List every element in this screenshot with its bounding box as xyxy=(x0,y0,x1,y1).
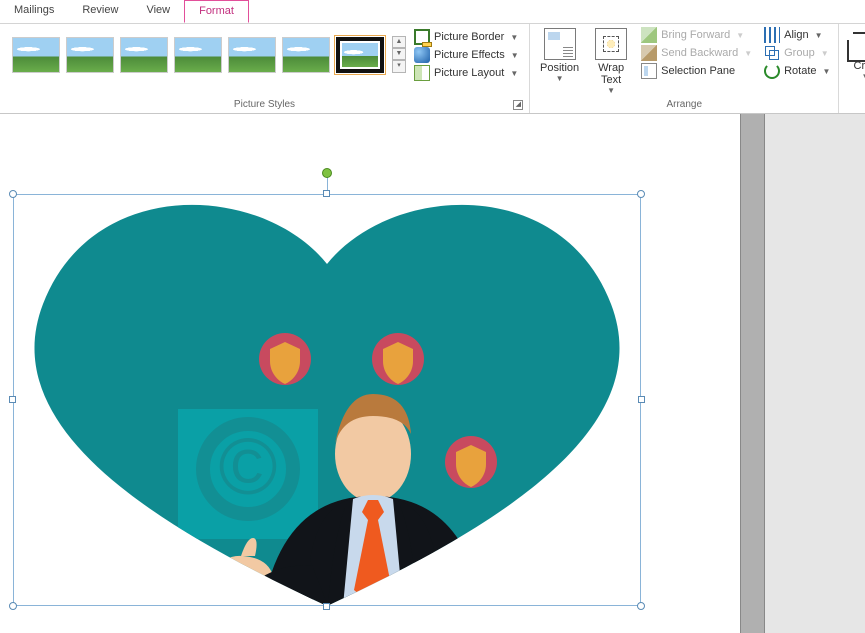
selection-pane-icon xyxy=(641,63,657,79)
picture-style-5[interactable] xyxy=(228,37,276,73)
dropdown-icon: ▼ xyxy=(736,31,744,40)
selection-outline xyxy=(13,194,641,606)
resize-handle-bl[interactable] xyxy=(9,602,17,610)
rotate-icon xyxy=(764,63,780,79)
gallery-more-button[interactable]: ▾ xyxy=(392,60,406,73)
dropdown-icon: ▼ xyxy=(823,67,831,76)
dropdown-icon: ▼ xyxy=(744,49,752,58)
tab-mailings[interactable]: Mailings xyxy=(0,0,68,23)
dropdown-icon: ▼ xyxy=(556,74,564,83)
wrap-text-button[interactable]: Wrap Text ▼ xyxy=(589,26,633,97)
picture-style-1[interactable] xyxy=(12,37,60,73)
align-icon xyxy=(764,27,780,43)
send-backward-button[interactable]: Send Backward ▼ xyxy=(637,44,756,62)
group-icon xyxy=(764,45,780,61)
resize-handle-b[interactable] xyxy=(323,603,330,610)
picture-border-label: Picture Border xyxy=(434,31,504,43)
ribbon-tabs: Mailings Review View Format xyxy=(0,0,865,24)
resize-handle-tl[interactable] xyxy=(9,190,17,198)
dropdown-icon: ▼ xyxy=(510,33,518,42)
dropdown-icon: ▼ xyxy=(821,49,829,58)
dropdown-icon: ▼ xyxy=(861,72,865,81)
group-button[interactable]: Group ▼ xyxy=(760,44,834,62)
dropdown-icon: ▼ xyxy=(815,31,823,40)
group-size: Crop ▼ xyxy=(839,24,865,113)
picture-layout-icon xyxy=(414,65,430,81)
picture-layout-label: Picture Layout xyxy=(434,67,504,79)
gallery-scroll: ▲ ▼ ▾ xyxy=(392,36,406,73)
picture-border-button[interactable]: Picture Border ▼ xyxy=(410,28,523,46)
gallery-down-button[interactable]: ▼ xyxy=(392,48,406,60)
resize-handle-t[interactable] xyxy=(323,190,330,197)
picture-border-icon xyxy=(414,29,430,45)
picture-style-3[interactable] xyxy=(120,37,168,73)
group-label-picture-styles: Picture Styles ◢ xyxy=(4,97,525,113)
picture-effects-icon xyxy=(414,47,430,63)
selection-pane-button[interactable]: Selection Pane xyxy=(637,62,756,80)
position-icon xyxy=(544,28,576,60)
resize-handle-r[interactable] xyxy=(638,396,645,403)
crop-icon xyxy=(853,32,865,56)
picture-styles-dialog-launcher[interactable]: ◢ xyxy=(513,100,523,110)
group-picture-styles: ▲ ▼ ▾ Picture Border ▼ Picture Effects ▼ xyxy=(0,24,530,113)
picture-style-7-selected[interactable] xyxy=(336,37,384,73)
workspace-background xyxy=(765,114,865,633)
rotate-button[interactable]: Rotate ▼ xyxy=(760,62,834,80)
position-button[interactable]: Position ▼ xyxy=(534,26,585,85)
picture-layout-button[interactable]: Picture Layout ▼ xyxy=(410,64,523,82)
rotation-connector xyxy=(327,177,328,191)
selected-picture[interactable]: © xyxy=(13,194,641,606)
group-arrange: Position ▼ Wrap Text ▼ Bring Forward ▼ S… xyxy=(530,24,839,113)
resize-handle-tr[interactable] xyxy=(637,190,645,198)
picture-style-4[interactable] xyxy=(174,37,222,73)
bring-forward-icon xyxy=(641,27,657,43)
page-edge xyxy=(740,114,765,633)
group-label-arrange: Arrange xyxy=(534,97,834,113)
document-page[interactable]: © xyxy=(0,114,740,633)
picture-style-6[interactable] xyxy=(282,37,330,73)
gallery-up-button[interactable]: ▲ xyxy=(392,36,406,48)
dropdown-icon: ▼ xyxy=(607,86,615,95)
wrap-text-icon xyxy=(595,28,627,60)
crop-button[interactable]: Crop ▼ xyxy=(843,26,865,83)
tab-review[interactable]: Review xyxy=(68,0,132,23)
picture-effects-button[interactable]: Picture Effects ▼ xyxy=(410,46,523,64)
resize-handle-l[interactable] xyxy=(9,396,16,403)
tab-format[interactable]: Format xyxy=(184,0,249,23)
dropdown-icon: ▼ xyxy=(511,51,519,60)
bring-forward-button[interactable]: Bring Forward ▼ xyxy=(637,26,756,44)
picture-style-2[interactable] xyxy=(66,37,114,73)
align-button[interactable]: Align ▼ xyxy=(760,26,834,44)
resize-handle-br[interactable] xyxy=(637,602,645,610)
tab-view[interactable]: View xyxy=(132,0,184,23)
send-backward-icon xyxy=(641,45,657,61)
dropdown-icon: ▼ xyxy=(510,69,518,78)
ribbon: ▲ ▼ ▾ Picture Border ▼ Picture Effects ▼ xyxy=(0,24,865,114)
rotation-handle[interactable] xyxy=(322,168,332,178)
picture-effects-label: Picture Effects xyxy=(434,49,505,61)
workspace: © xyxy=(0,114,865,633)
